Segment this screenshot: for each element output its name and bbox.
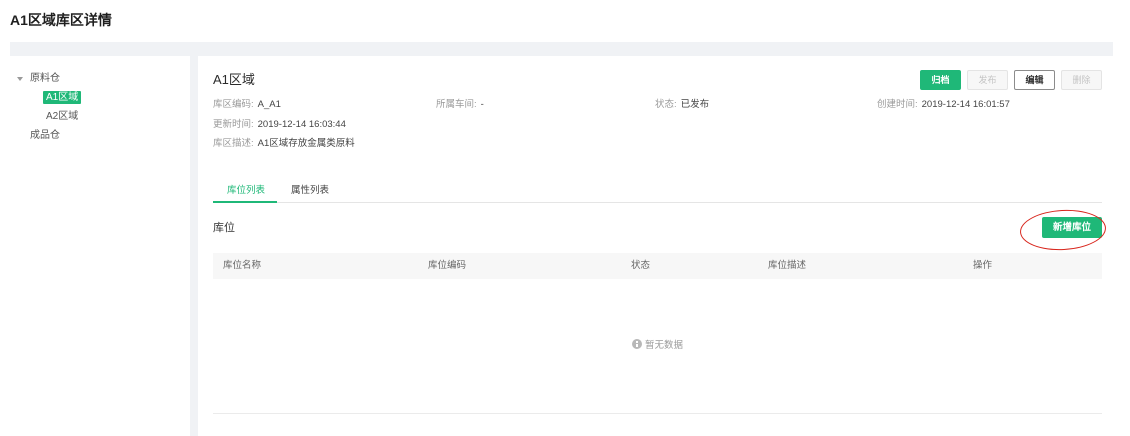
column-header-location-name: 库位名称 (223, 260, 262, 271)
tab-bar-divider (213, 202, 1102, 203)
tab-active-indicator (213, 201, 277, 203)
field-created-time: 创建时间: 2019-12-14 16:01:57 (877, 98, 1010, 112)
field-label: 库区描述: (213, 138, 254, 149)
field-updated-time: 更新时间: 2019-12-14 16:03:44 (213, 118, 346, 132)
tree-node-finished-goods-warehouse[interactable]: 成品仓 (30, 129, 60, 143)
tree-node-label: A1区域 (43, 91, 82, 104)
table-body: 暂无数据 (213, 279, 1102, 413)
field-status: 状态: 已发布 (655, 98, 709, 112)
field-label: 创建时间: (877, 99, 918, 110)
table-header: 库位名称 库位编码 状态 库位描述 操作 (213, 253, 1102, 279)
field-label: 更新时间: (213, 119, 254, 130)
field-value: A_A1 (257, 99, 281, 110)
section-title: 库位 (213, 222, 235, 234)
field-area-code: 库区编码: A_A1 (213, 98, 281, 112)
tree-node-a2-area[interactable]: A2区域 (46, 110, 78, 124)
workspace: 原料仓 A1区域 A2区域 成品仓 A1区域 归档 发布 编辑 删除 库区编码:… (10, 42, 1113, 436)
sidebar: 原料仓 A1区域 A2区域 成品仓 (10, 56, 190, 436)
detail-actions: 归档 发布 编辑 删除 (198, 56, 1113, 96)
page-title: A1区域库区详情 (10, 12, 112, 28)
field-label: 库区编码: (213, 99, 254, 110)
field-label: 所属车间: (436, 99, 477, 110)
table-bottom-divider (213, 413, 1102, 414)
field-value: A1区域存放金属类原料 (257, 138, 355, 149)
empty-state: 暂无数据 (213, 339, 1102, 353)
delete-button[interactable]: 删除 (1061, 70, 1102, 90)
column-header-status: 状态 (631, 260, 651, 271)
column-header-actions: 操作 (973, 260, 993, 271)
field-label: 状态: (655, 99, 677, 110)
detail-info: 库区编码: A_A1 所属车间: - 状态: 已发布 创建时间: 2019-12-14 … (213, 98, 1102, 151)
location-section: 库位 新增库位 库位名称 库位编码 状态 库位描述 操作 暂无数据 (213, 206, 1102, 436)
archive-button[interactable]: 归档 (920, 70, 961, 90)
publish-button[interactable]: 发布 (967, 70, 1008, 90)
field-value: 已发布 (680, 99, 710, 110)
info-icon (631, 339, 642, 349)
tree-node-label: 成品仓 (30, 130, 60, 141)
tree-node-a1-area[interactable]: A1区域 (43, 91, 82, 104)
tree-node-raw-material-warehouse[interactable]: 原料仓 (14, 72, 186, 86)
field-description: 库区描述: A1区域存放金属类原料 (213, 137, 355, 151)
edit-button[interactable]: 编辑 (1014, 70, 1055, 90)
field-workshop: 所属车间: - (436, 98, 484, 112)
field-value: 2019-12-14 16:03:44 (257, 119, 346, 130)
empty-state-text: 暂无数据 (644, 340, 683, 351)
tab-attribute-list[interactable]: 属性列表 (291, 184, 329, 198)
tree-node-label: 原料仓 (30, 73, 60, 84)
tab-location-list[interactable]: 库位列表 (227, 184, 265, 198)
location-table: 库位名称 库位编码 状态 库位描述 操作 暂无数据 (213, 253, 1102, 414)
warehouse-tree: 原料仓 A1区域 A2区域 成品仓 (10, 56, 190, 436)
detail-tabs: 库位列表 属性列表 (213, 184, 1102, 203)
add-location-button[interactable]: 新增库位 (1042, 217, 1102, 238)
column-header-location-code: 库位编码 (428, 260, 467, 271)
field-value: 2019-12-14 16:01:57 (921, 99, 1010, 110)
tree-node-label: A2区域 (46, 111, 79, 122)
detail-panel: A1区域 归档 发布 编辑 删除 库区编码: A_A1 所属车间: - 状态: 已发布… (198, 56, 1113, 436)
column-header-location-description: 库位描述 (768, 260, 807, 271)
caret-down-icon[interactable] (17, 77, 23, 81)
field-value: - (480, 99, 484, 110)
